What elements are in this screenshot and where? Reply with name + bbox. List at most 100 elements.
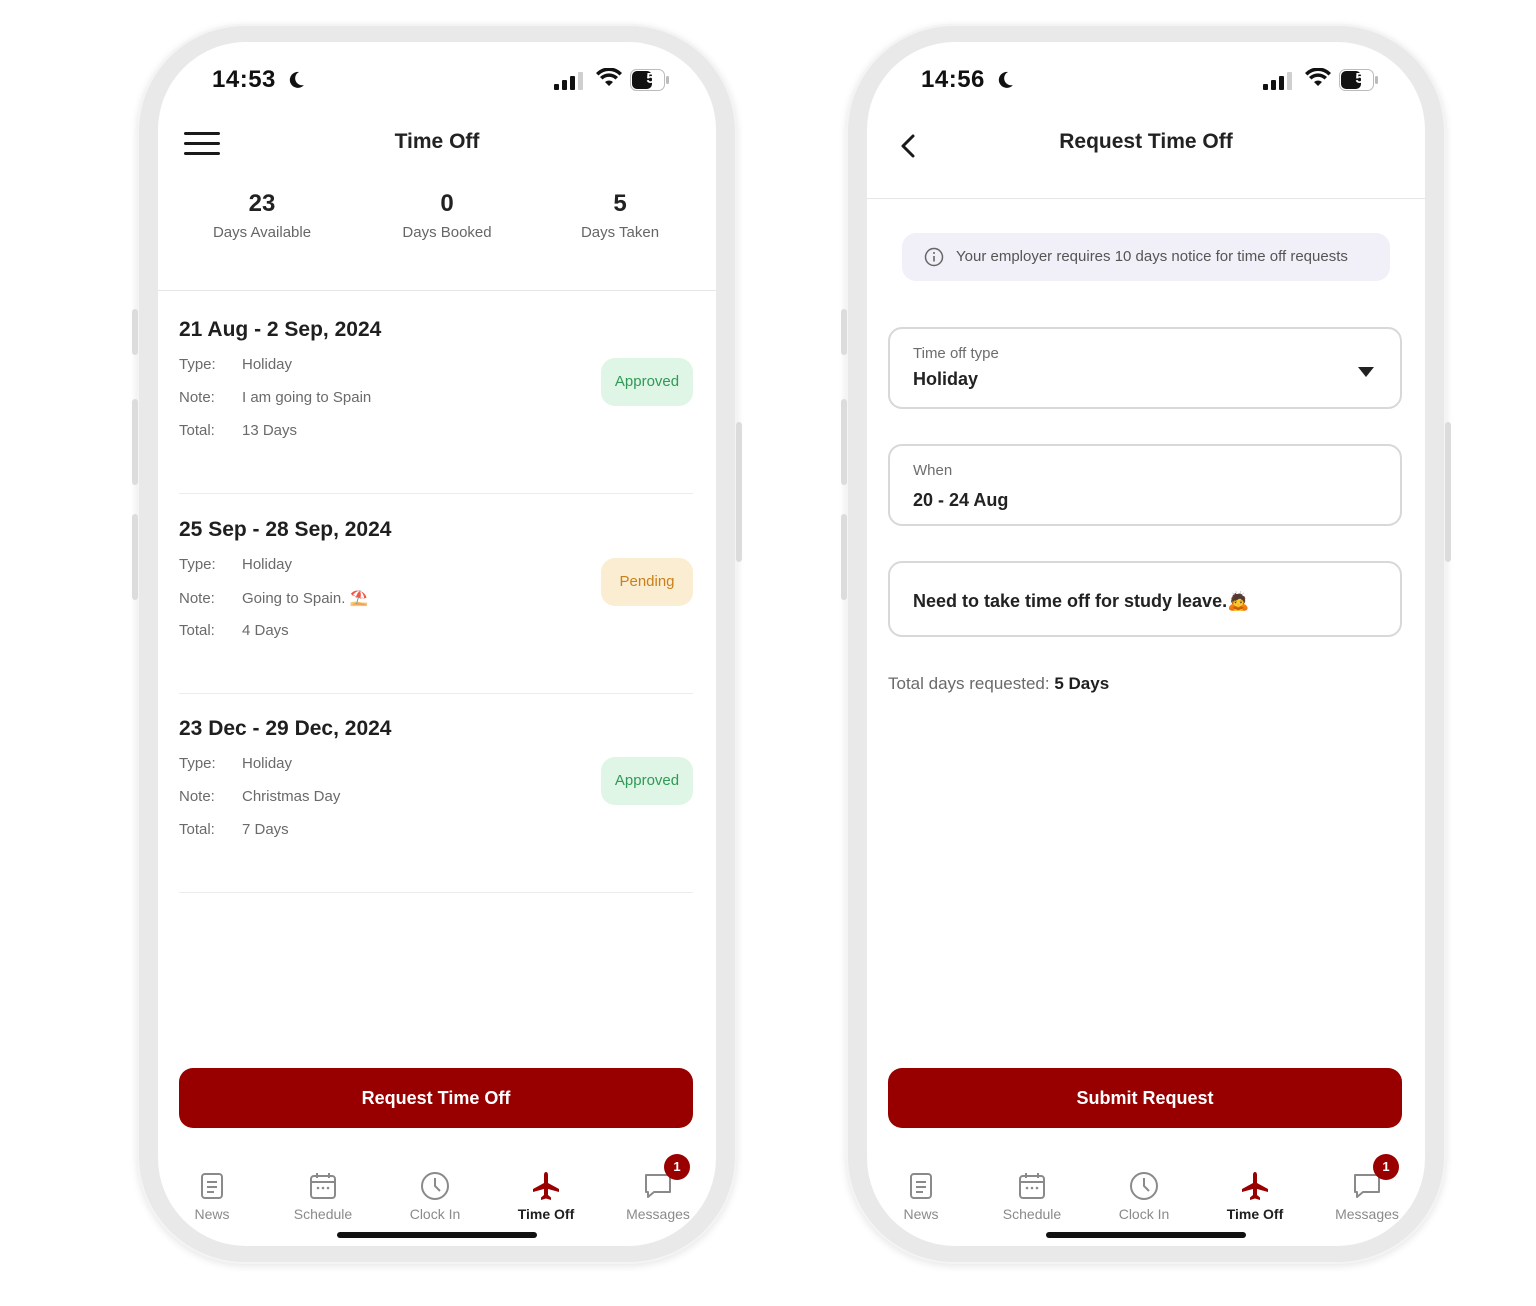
stat-label: Days Booked [402,224,492,241]
card-divider [179,892,693,893]
tab-clock-in[interactable]: Clock In [1094,1162,1194,1222]
home-indicator [1046,1232,1246,1238]
tab-time-off[interactable]: Time Off [1205,1162,1305,1222]
row-key: Note: [179,788,215,805]
screen-request-time-off: 14:56 57 Request Time Off Your employer … [867,42,1425,1246]
request-card[interactable]: 21 Aug - 2 Sep, 2024 Type: Holiday Note: I… [179,318,693,518]
power-button [736,422,742,562]
tab-label: News [903,1206,939,1222]
tab-label: Schedule [293,1206,353,1222]
page-title: Request Time Off [1059,130,1233,153]
notice-banner: Your employer requires 10 days notice fo… [902,233,1390,281]
row-key: Type: [179,356,216,373]
request-time-off-button[interactable]: Request Time Off [179,1068,693,1128]
request-note-row: Note: Christmas Day [179,788,340,805]
stat-value: 23 [248,190,276,217]
stat-days-taken: 5 Days Taken [530,188,710,241]
mute-switch [132,309,138,355]
volume-down-button [841,514,847,600]
wifi-icon [1305,68,1331,86]
calendar-icon [1019,1173,1045,1199]
row-value: 7 Days [242,821,289,838]
phone-time-off: 14:53 58 Time Off 23 Days Available 0 Da… [132,24,742,1264]
airplane-icon [533,1172,559,1200]
request-date-range: 23 Dec - 29 Dec, 2024 [179,717,392,740]
row-key: Note: [179,590,215,607]
row-key: Type: [179,556,216,573]
tab-schedule[interactable]: Schedule [982,1162,1082,1222]
stage: 14:53 58 Time Off 23 Days Available 0 Da… [0,0,1536,1306]
tab-time-off[interactable]: Time Off [496,1162,596,1222]
time-off-summary: 23 Days Available 0 Days Booked 5 Days T… [158,188,716,268]
mute-switch [841,309,847,355]
summary-divider [158,290,716,291]
field-label: Time off type [913,345,999,362]
request-date-range: 21 Aug - 2 Sep, 2024 [179,318,382,341]
tab-news[interactable]: News [162,1162,262,1222]
power-button [1445,422,1451,562]
row-value: Holiday [242,755,293,772]
note-input[interactable]: Need to take time off for study leave.🙇 [888,561,1402,637]
tab-schedule[interactable]: Schedule [273,1162,373,1222]
stat-days-booked: 0 Days Booked [357,188,537,241]
row-value: 13 Days [242,422,298,439]
submit-request-button[interactable]: Submit Request [888,1068,1402,1128]
wifi-icon [596,68,622,86]
tab-messages[interactable]: 1 Messages [1317,1154,1417,1222]
request-total-row: Total: 7 Days [179,821,289,838]
tab-label: Time Off [1226,1206,1284,1222]
unread-badge: 1 [664,1154,690,1180]
moon-icon [289,71,304,88]
volume-up-button [132,399,138,485]
request-type-row: Type: Holiday [179,755,292,772]
status-badge: Approved [601,757,693,805]
status-badge: Approved [601,358,693,406]
tab-label: Clock In [1118,1206,1170,1222]
bottom-tab-bar: News Schedule Clock In Time Off 1 Messag… [158,1154,716,1232]
row-value: 4 Days [242,622,289,639]
request-note-row: Note: I am going to Spain [179,389,371,406]
header-divider [867,198,1425,199]
tab-clock-in[interactable]: Clock In [385,1162,485,1222]
volume-up-button [841,399,847,485]
when-date-field[interactable]: When 20 - 24 Aug [888,444,1402,526]
clock-icon [1130,1172,1158,1200]
bottom-tab-bar: News Schedule Clock In Time Off 1 Messag… [867,1154,1425,1232]
tab-label: Clock In [409,1206,461,1222]
stat-value: 5 [613,190,627,217]
status-bar: 14:56 57 [867,42,1425,114]
status-badge: Pending [601,558,693,606]
row-key: Total: [179,422,215,439]
field-value: 20 - 24 Aug [913,490,1009,510]
row-key: Type: [179,755,216,772]
field-value: Need to take time off for study leave.🙇 [913,591,1250,611]
row-key: Total: [179,821,215,838]
field-label: When [913,462,953,479]
request-card[interactable]: 23 Dec - 29 Dec, 2024 Type: Holiday Note:… [179,717,693,917]
request-card[interactable]: 25 Sep - 28 Sep, 2024 Type: Holiday Note:… [179,518,693,718]
tab-label: News [194,1206,230,1222]
request-total-row: Total: 4 Days [179,622,289,639]
stat-label: Days Taken [580,224,660,241]
volume-down-button [132,514,138,600]
unread-badge: 1 [1373,1154,1399,1180]
notice-text: Your employer requires 10 days notice fo… [956,248,1348,265]
app-header: Request Time Off [867,114,1425,178]
stat-value: 0 [440,190,454,217]
page-title: Time Off [394,130,480,153]
clock-icon [421,1172,449,1200]
request-total-row: Total: 13 Days [179,422,297,439]
tab-news[interactable]: News [871,1162,971,1222]
request-note-row: Note: Going to Spain. ⛱️ [179,589,368,607]
row-value: Holiday [242,556,293,573]
total-value: 5 Days [1054,674,1110,693]
tab-messages[interactable]: 1 Messages [608,1154,708,1222]
battery-level: 58 [646,70,663,87]
card-divider [179,493,693,494]
airplane-icon [1242,1172,1268,1200]
battery-level: 57 [1355,70,1372,87]
row-key: Total: [179,622,215,639]
status-bar: 14:53 58 [158,42,716,114]
time-off-type-select[interactable]: Time off type Holiday [888,327,1402,409]
home-indicator [337,1232,537,1238]
